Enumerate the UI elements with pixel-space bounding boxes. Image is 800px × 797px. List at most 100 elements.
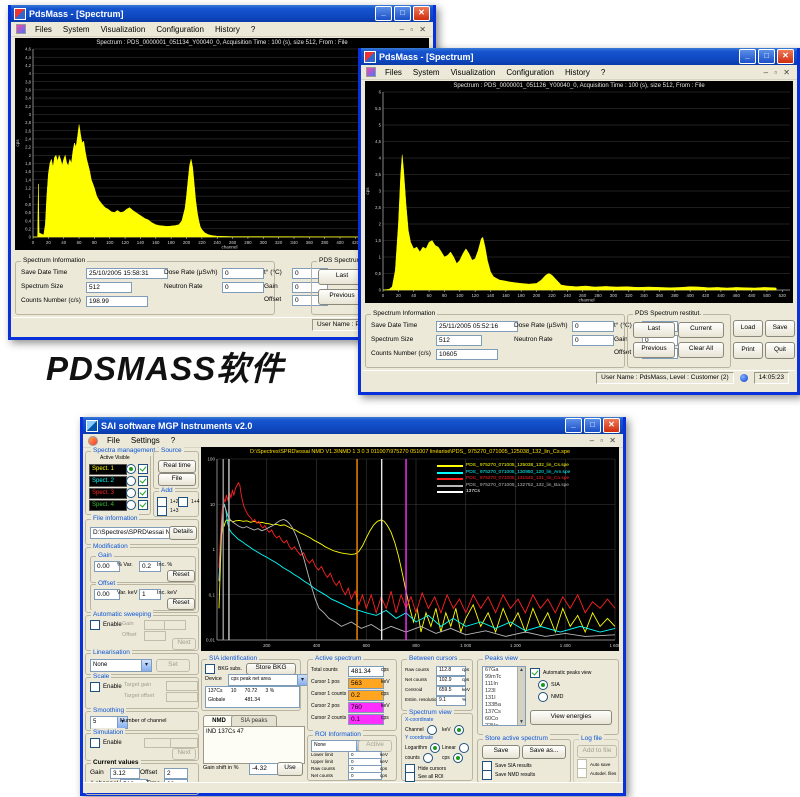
title-bar[interactable]: PdsMass - [Spectrum] _ □ ✕ bbox=[11, 5, 433, 22]
spectrum-visible-checkbox-3[interactable] bbox=[138, 488, 148, 498]
restitution-last[interactable]: Last bbox=[633, 322, 675, 338]
menu-item-history[interactable]: History bbox=[215, 25, 240, 34]
menu-item-configuration[interactable]: Configuration bbox=[506, 68, 554, 77]
radio-dot[interactable] bbox=[538, 680, 548, 690]
peaks-nmd-radio[interactable]: NMD bbox=[538, 692, 564, 702]
simulation-field-1[interactable] bbox=[144, 738, 172, 748]
checkbox-box[interactable] bbox=[138, 500, 148, 510]
checkbox-box[interactable] bbox=[138, 476, 148, 486]
quit-button[interactable]: Quit bbox=[765, 342, 795, 359]
add-1-4-checkbox[interactable]: 1+4 bbox=[178, 497, 199, 507]
radio-dot[interactable] bbox=[454, 725, 464, 735]
y-logarithm-radio[interactable]: Logarithm bbox=[405, 743, 440, 753]
checkbox-box[interactable] bbox=[482, 770, 492, 780]
peaks-sia-radio[interactable]: SIA bbox=[538, 680, 560, 690]
save-as-button[interactable]: Save as... bbox=[522, 745, 566, 759]
radio-dot[interactable] bbox=[126, 488, 136, 498]
checkbox-box[interactable] bbox=[90, 738, 100, 748]
spectrum-chip-1[interactable]: Spect. 1 bbox=[89, 464, 127, 475]
menu-item-history[interactable]: History bbox=[565, 68, 590, 77]
menu-item--[interactable]: ? bbox=[601, 68, 605, 77]
spectrum-chip-3[interactable]: Spect. 3 bbox=[89, 488, 127, 499]
device-dropdown[interactable]: cps peak net area bbox=[228, 674, 308, 686]
view-energies-button[interactable]: View energies bbox=[530, 710, 612, 725]
save-button[interactable]: Save bbox=[482, 745, 520, 759]
radio-dot[interactable] bbox=[453, 753, 463, 763]
spectrum-active-radio-3[interactable] bbox=[126, 488, 136, 498]
radio-dot[interactable] bbox=[126, 464, 136, 474]
menu-item-visualization[interactable]: Visualization bbox=[451, 68, 496, 77]
maximize-button[interactable]: □ bbox=[758, 49, 775, 64]
restitution-current[interactable]: Current bbox=[678, 322, 724, 338]
sweeping-enable-checkbox[interactable]: Enable bbox=[90, 620, 122, 630]
field-value[interactable]: 25/10/2005 15:58:31 bbox=[86, 268, 168, 279]
mdi-window-controls[interactable]: – ▫ ✕ bbox=[590, 436, 618, 445]
active-row-value[interactable]: 0.2 bbox=[348, 690, 384, 701]
maximize-button[interactable]: □ bbox=[584, 418, 601, 433]
save-nmd-results-checkbox[interactable]: Save NMD results bbox=[482, 770, 535, 780]
print-button[interactable]: Print bbox=[733, 342, 763, 359]
minimize-button[interactable]: _ bbox=[739, 49, 756, 64]
close-button[interactable]: ✕ bbox=[603, 418, 620, 433]
spectrum-active-radio-4[interactable] bbox=[126, 500, 136, 510]
field-value[interactable]: 0 bbox=[572, 335, 614, 346]
field-value[interactable]: 512 bbox=[86, 282, 132, 293]
checkbox-box[interactable] bbox=[138, 488, 148, 498]
menu-item--[interactable]: ? bbox=[171, 436, 175, 445]
spectrum-visible-checkbox-4[interactable] bbox=[138, 500, 148, 510]
checkbox-box[interactable] bbox=[530, 668, 540, 678]
minimize-button[interactable]: _ bbox=[565, 418, 582, 433]
spectrum-visible-checkbox-1[interactable] bbox=[138, 464, 148, 474]
field-value[interactable]: 0 bbox=[572, 321, 614, 332]
spectrum-visible-checkbox-2[interactable] bbox=[138, 476, 148, 486]
add-1-3-checkbox[interactable]: 1+3 bbox=[157, 506, 178, 516]
mdi-window-controls[interactable]: – ▫ ✕ bbox=[764, 68, 792, 77]
y-cps-radio[interactable]: cps bbox=[442, 753, 463, 763]
restitution-clear-all[interactable]: Clear All bbox=[678, 342, 724, 358]
field-value[interactable]: 0 bbox=[222, 282, 264, 293]
maximize-button[interactable]: □ bbox=[394, 6, 411, 21]
gain-shift-field[interactable]: -4.32 bbox=[249, 763, 279, 775]
spectrum-chip-4[interactable]: Spect. 4 bbox=[89, 500, 127, 511]
autodel-files-checkbox[interactable]: Autodel. files bbox=[577, 768, 616, 778]
spectrum-chip-2[interactable]: Spect. 2 bbox=[89, 476, 127, 487]
save-button[interactable]: Save bbox=[765, 320, 795, 337]
menu-item-system[interactable]: System bbox=[413, 68, 440, 77]
isotope-listbox[interactable]: 67Ga99mTc111In123I131I133Ba137Cs60Co22Na… bbox=[482, 666, 526, 726]
sweeping-gain-field[interactable] bbox=[144, 620, 166, 630]
target-gain-field[interactable] bbox=[166, 681, 198, 691]
load-button[interactable]: Load bbox=[733, 320, 763, 337]
y-counts-radio[interactable]: counts bbox=[405, 753, 433, 763]
target-offset-field[interactable] bbox=[166, 692, 198, 702]
scale-enable-checkbox[interactable]: Enable bbox=[90, 682, 122, 692]
offset-reset-button[interactable]: Reset bbox=[167, 598, 195, 610]
field-value[interactable]: 198.99 bbox=[86, 296, 148, 307]
simulation-field-2[interactable] bbox=[170, 738, 198, 748]
checkbox-box[interactable] bbox=[90, 620, 100, 630]
roi-row-value[interactable]: 0 bbox=[348, 772, 382, 780]
checkbox-box[interactable] bbox=[90, 682, 100, 692]
sai-spectrum-plot[interactable]: D:\Spectres\SPRD\essai NMD V1.3\NMD 1 3 … bbox=[201, 447, 619, 651]
linearisation-dropdown[interactable]: None bbox=[90, 659, 152, 672]
menu-item-file[interactable]: File bbox=[107, 436, 120, 445]
source-file-button[interactable]: File bbox=[158, 473, 196, 486]
active-row-value[interactable]: 481.34 bbox=[348, 666, 384, 677]
radio-dot[interactable] bbox=[459, 743, 469, 753]
use-button[interactable]: Use bbox=[277, 762, 303, 776]
spectrum-active-radio-2[interactable] bbox=[126, 476, 136, 486]
radio-dot[interactable] bbox=[427, 725, 437, 735]
checkbox-box[interactable] bbox=[157, 506, 167, 516]
close-button[interactable]: ✕ bbox=[777, 49, 794, 64]
automatic-peaks-view-checkbox[interactable]: Automatic peaks view bbox=[530, 668, 591, 678]
field-value[interactable]: 512 bbox=[436, 335, 482, 346]
bkg-subs-checkbox[interactable]: BKG subs. bbox=[205, 664, 242, 674]
current-gain-field[interactable]: 3.12 bbox=[110, 768, 140, 779]
radio-dot[interactable] bbox=[126, 500, 136, 510]
menu-item-visualization[interactable]: Visualization bbox=[101, 25, 146, 34]
radio-dot[interactable] bbox=[538, 692, 548, 702]
menu-item-files[interactable]: Files bbox=[385, 68, 402, 77]
radio-dot[interactable] bbox=[126, 476, 136, 486]
see-all-roi-checkbox[interactable]: See all ROI bbox=[405, 772, 444, 782]
menu-item--[interactable]: ? bbox=[251, 25, 255, 34]
x-channel-radio[interactable]: Channel bbox=[405, 725, 437, 735]
